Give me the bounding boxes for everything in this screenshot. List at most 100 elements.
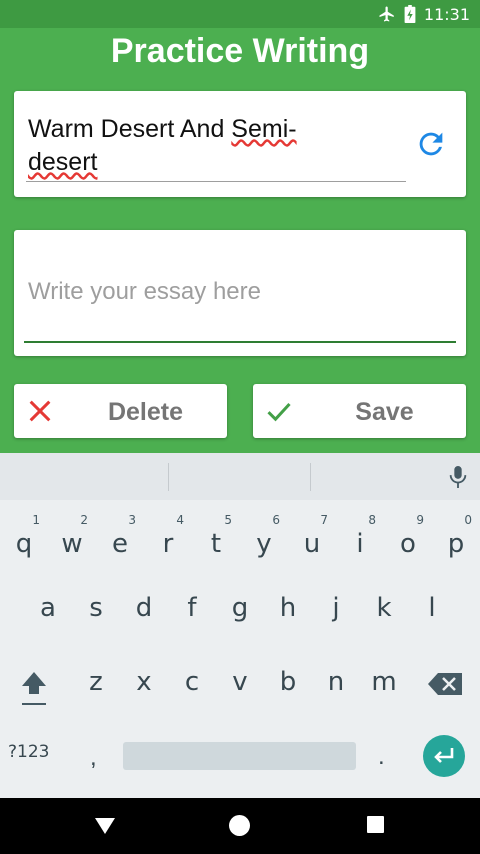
enter-key[interactable] (423, 735, 465, 777)
key-hint: 8 (368, 513, 376, 527)
key-label: p (447, 529, 465, 559)
refresh-icon (419, 132, 443, 156)
key-hint: 9 (416, 513, 424, 527)
key-label: m (371, 667, 397, 697)
topic-text[interactable]: Warm Desert And Semi- desert (28, 113, 388, 179)
topic-underline (26, 181, 406, 182)
key-label: e (112, 529, 128, 559)
symbols-key[interactable]: ?123 (8, 742, 49, 762)
key-hint: 5 (224, 513, 232, 527)
shift-key[interactable] (12, 668, 56, 708)
airplane-mode-icon (379, 6, 394, 22)
key-m[interactable]: m (360, 645, 408, 705)
key-label: c (184, 667, 200, 697)
key-z[interactable]: z (72, 645, 120, 705)
refresh-button[interactable] (414, 127, 448, 161)
recent-apps-icon[interactable] (367, 816, 384, 833)
check-icon (267, 402, 291, 422)
key-a[interactable]: a (24, 571, 72, 631)
delete-button[interactable]: Delete (14, 384, 227, 438)
key-n[interactable]: n (312, 645, 360, 705)
key-j[interactable]: j (312, 571, 360, 631)
status-icons: 11:31 (378, 4, 470, 24)
key-u[interactable]: 7u (288, 507, 336, 567)
key-w[interactable]: 2w (48, 507, 96, 567)
key-label: d (135, 593, 153, 623)
close-icon (29, 400, 51, 422)
suggestion-bar (0, 453, 480, 500)
page-title: Practice Writing (110, 32, 370, 70)
key-label: v (232, 667, 248, 697)
key-c[interactable]: c (168, 645, 216, 705)
key-y[interactable]: 6y (240, 507, 288, 567)
key-f[interactable]: f (168, 571, 216, 631)
key-label: l (428, 593, 436, 623)
key-label: g (231, 593, 249, 623)
save-button-label: Save (355, 398, 414, 426)
topic-misspelled-word-1: Semi- (231, 115, 297, 143)
key-hint: 2 (80, 513, 88, 527)
key-l[interactable]: l (408, 571, 456, 631)
key-o[interactable]: 9o (384, 507, 432, 567)
soft-keyboard: 1q 2w 3e 4r 5t 6y 7u 8i 9o 0p a s d f g … (0, 453, 480, 798)
key-label: i (356, 529, 364, 559)
key-label: u (303, 529, 321, 559)
key-label: f (187, 593, 197, 623)
shift-icon (22, 672, 46, 705)
key-label: k (376, 593, 392, 623)
key-label: s (89, 593, 103, 623)
enter-icon (434, 748, 454, 763)
key-s[interactable]: s (72, 571, 120, 631)
key-label: q (15, 529, 33, 559)
key-g[interactable]: g (216, 571, 264, 631)
key-h[interactable]: h (264, 571, 312, 631)
key-label: b (279, 667, 297, 697)
key-d[interactable]: d (120, 571, 168, 631)
essay-input[interactable]: Write your essay here (28, 278, 448, 306)
key-hint: 7 (320, 513, 328, 527)
essay-underline (24, 341, 456, 343)
key-q[interactable]: 1q (0, 507, 48, 567)
status-bar: 11:31 (0, 0, 480, 28)
key-label: y (256, 529, 272, 559)
suggestion-divider (310, 463, 311, 491)
key-label: j (332, 593, 340, 623)
topic-misspelled-word-2: desert (28, 148, 98, 176)
key-label: w (61, 529, 83, 559)
key-hint: 0 (464, 513, 472, 527)
comma-key[interactable]: , (90, 744, 97, 772)
key-label: n (327, 667, 345, 697)
home-icon[interactable] (229, 815, 250, 836)
status-time: 11:31 (423, 4, 470, 24)
key-label: o (400, 529, 416, 559)
navigation-bar (0, 798, 480, 854)
key-label: t (210, 529, 222, 559)
key-b[interactable]: b (264, 645, 312, 705)
backspace-key[interactable] (424, 665, 468, 705)
period-key[interactable]: . (378, 743, 385, 771)
key-label: z (89, 667, 103, 697)
key-hint: 1 (32, 513, 40, 527)
key-label: x (136, 667, 152, 697)
back-icon[interactable] (94, 817, 116, 835)
essay-card: Write your essay here (14, 230, 466, 356)
key-label: h (279, 593, 297, 623)
backspace-icon (428, 673, 462, 695)
delete-button-label: Delete (107, 398, 184, 426)
key-x[interactable]: x (120, 645, 168, 705)
key-v[interactable]: v (216, 645, 264, 705)
suggestion-divider (168, 463, 169, 491)
key-k[interactable]: k (360, 571, 408, 631)
key-p[interactable]: 0p (432, 507, 480, 567)
key-hint: 6 (272, 513, 280, 527)
key-label: r (162, 529, 174, 559)
key-i[interactable]: 8i (336, 507, 384, 567)
key-r[interactable]: 4r (144, 507, 192, 567)
key-t[interactable]: 5t (192, 507, 240, 567)
key-hint: 4 (176, 513, 184, 527)
space-key[interactable] (123, 742, 356, 770)
key-label: a (40, 593, 56, 623)
key-e[interactable]: 3e (96, 507, 144, 567)
microphone-icon[interactable] (447, 464, 469, 490)
save-button[interactable]: Save (253, 384, 466, 438)
